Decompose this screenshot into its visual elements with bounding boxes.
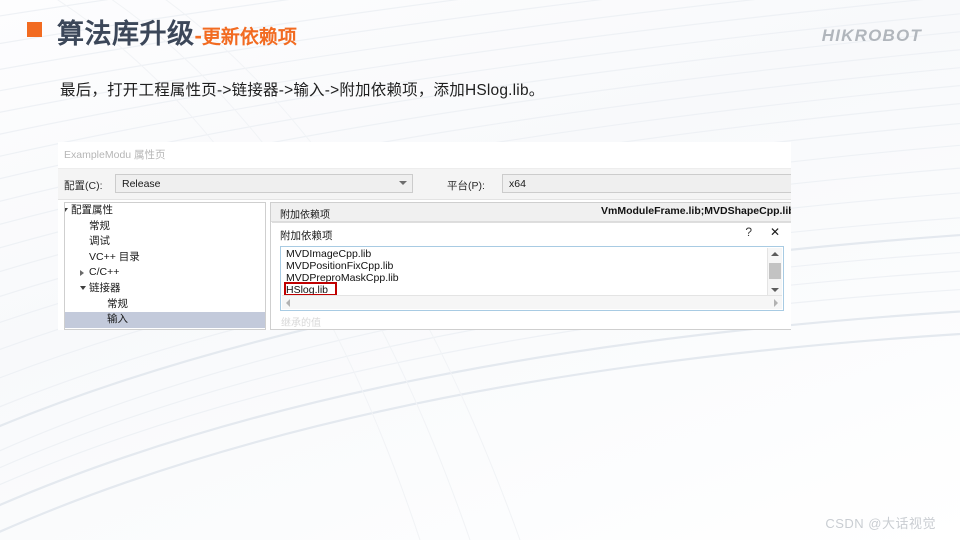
vertical-scrollbar[interactable] (767, 248, 782, 296)
inherited-values-label: 继承的值 (281, 318, 321, 329)
chevron-down-icon (399, 181, 407, 185)
close-icon[interactable]: ✕ (770, 225, 780, 239)
dependencies-list[interactable]: MVDImageCpp.lib MVDPositionFixCpp.lib MVDP… (282, 248, 768, 296)
list-item[interactable]: MVDPositionFixCpp.lib (282, 260, 768, 272)
property-value: VmModuleFrame.lib;MVDShapeCpp.lib;MVDIma… (601, 205, 791, 217)
platform-label: 平台(P): (447, 180, 485, 192)
twisty-expanded-icon[interactable] (65, 208, 68, 212)
tree-item[interactable]: C/C++ (65, 265, 265, 281)
list-item[interactable]: MVDImageCpp.lib (282, 248, 768, 260)
slide-canvas: 算法库升级-更新依赖项 HIKROBOT 最后，打开工程属性页->链接器->输入… (0, 0, 960, 540)
twisty-expanded-icon[interactable] (80, 285, 86, 290)
tree-item-label: 常规 (107, 297, 128, 310)
slide-header: 算法库升级-更新依赖项 HIKROBOT (0, 0, 960, 58)
tree-item[interactable]: 常规 (65, 219, 265, 235)
tree-item-label: C/C++ (89, 266, 120, 279)
dialog-titlebar: 附加依赖项 ? ✕ (272, 223, 791, 245)
help-icon[interactable]: ? (745, 225, 752, 239)
tree-item[interactable]: 常规 (65, 297, 265, 313)
property-grid-pane: 附加依赖项 VmModuleFrame.lib;MVDShapeCpp.lib;… (270, 202, 791, 330)
list-item[interactable]: MVDPreproMaskCpp.lib (282, 272, 768, 284)
tree-item-label: 常规 (89, 219, 110, 232)
property-pages-title: ExampleModu 属性页 (64, 149, 166, 161)
tree-item-label: 配置属性 (71, 204, 113, 216)
configuration-tree[interactable]: 配置属性常规调试VC++ 目录C/C++链接器常规输入清单文件调试 (64, 202, 266, 330)
vertical-scroll-thumb[interactable] (769, 263, 781, 279)
tree-item[interactable]: 输入 (65, 312, 265, 328)
highlight-annotation-box (284, 282, 337, 296)
tree-item-label: VC++ 目录 (89, 250, 140, 263)
property-pages-toolbar: 配置(C): Release 平台(P): x64 (58, 168, 791, 200)
instruction-text: 最后，打开工程属性页->链接器->输入->附加依赖项，添加HSlog.lib。 (60, 82, 545, 99)
configuration-label: 配置(C): (64, 180, 103, 192)
property-row-additional-dependencies[interactable]: 附加依赖项 VmModuleFrame.lib;MVDShapeCpp.lib;… (271, 203, 791, 222)
tree-item-label: 链接器 (89, 281, 121, 294)
scroll-right-icon[interactable] (774, 299, 778, 307)
scroll-left-icon[interactable] (286, 299, 290, 307)
configuration-dropdown[interactable]: Release (115, 174, 413, 193)
visual-studio-property-pages-screenshot: ExampleModu 属性页 配置(C): Release 平台(P): x6… (58, 142, 791, 330)
platform-dropdown[interactable]: x64 (502, 174, 791, 193)
page-title-separator: - (194, 23, 202, 48)
page-title-subtitle: 更新依赖项 (201, 27, 297, 48)
platform-value: x64 (509, 178, 526, 190)
bullet-square-icon (27, 22, 42, 37)
tree-item-label: 清单文件 (107, 328, 149, 330)
tree-item-label: 输入 (107, 313, 128, 326)
additional-dependencies-dialog: 附加依赖项 ? ✕ MVDImageCpp.lib MVDPositionFixC… (272, 222, 791, 329)
twisty-collapsed-icon[interactable] (80, 270, 84, 277)
page-title: 算法库升级-更新依赖项 (57, 12, 297, 51)
dialog-title: 附加依赖项 (280, 230, 333, 242)
page-title-main: 算法库升级 (57, 19, 195, 49)
tree-item[interactable]: 配置属性 (65, 203, 265, 219)
tree-item[interactable]: 链接器 (65, 281, 265, 297)
tree-item[interactable]: VC++ 目录 (65, 250, 265, 266)
scroll-up-icon[interactable] (771, 252, 779, 256)
configuration-value: Release (122, 178, 161, 190)
dependencies-listbox[interactable]: MVDImageCpp.lib MVDPositionFixCpp.lib MVDP… (280, 246, 784, 311)
tree-item[interactable]: 清单文件 (65, 328, 265, 330)
hikrobot-logo: HIKROBOT (821, 26, 922, 45)
property-name: 附加依赖项 (280, 210, 330, 221)
tree-item[interactable]: 调试 (65, 234, 265, 250)
tree-item-label: 调试 (89, 235, 110, 248)
property-pages-titlebar: ExampleModu 属性页 (58, 142, 791, 168)
watermark: CSDN @大话视觉 (825, 516, 936, 531)
scroll-down-icon[interactable] (771, 288, 779, 292)
horizontal-scrollbar[interactable] (282, 295, 782, 309)
